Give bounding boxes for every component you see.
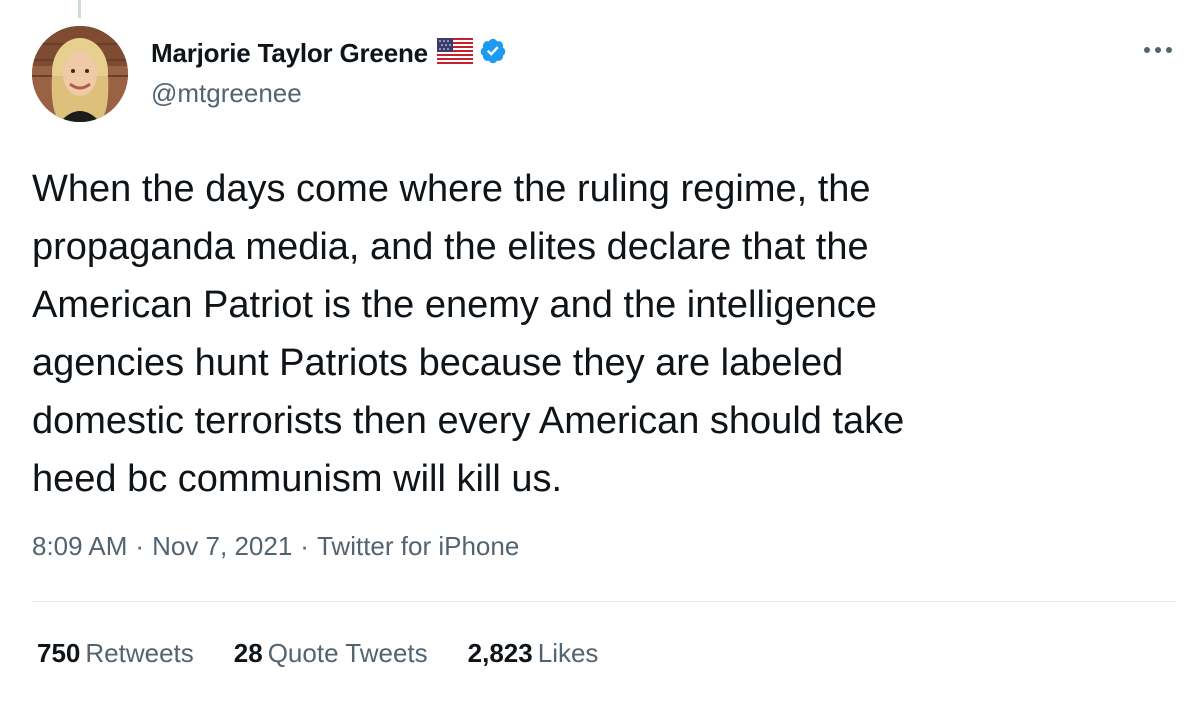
tweet-time[interactable]: 8:09 AM (32, 531, 127, 562)
meta-separator: · (135, 531, 145, 561)
more-horizontal-icon (1143, 41, 1173, 59)
flag-usa-icon (436, 37, 474, 69)
engagement-stats: 750 Retweets 28 Quote Tweets 2,823 Likes (37, 638, 638, 669)
quote-tweets-count: 28 (233, 638, 263, 668)
verified-badge-icon (479, 37, 507, 70)
author-display-name[interactable]: Marjorie Taylor Greene (151, 38, 428, 69)
retweets-label: Retweets (85, 638, 194, 668)
stats-divider (32, 601, 1176, 602)
tweet-date[interactable]: Nov 7, 2021 (152, 531, 292, 562)
likes-stat[interactable]: 2,823 Likes (468, 638, 599, 669)
likes-label: Likes (537, 638, 599, 668)
author-name-row[interactable]: Marjorie Taylor Greene (151, 36, 507, 70)
author-handle[interactable]: @mtgreenee (151, 78, 302, 109)
avatar-photo (32, 26, 128, 122)
tweet-metadata: 8:09 AM · Nov 7, 2021 · Twitter for iPho… (32, 531, 519, 562)
tweet-source[interactable]: Twitter for iPhone (317, 531, 519, 562)
more-options-button[interactable] (1138, 34, 1178, 66)
tweet-text: When the days come where the ruling regi… (32, 168, 905, 500)
retweets-count: 750 (37, 638, 81, 668)
likes-count: 2,823 (467, 638, 533, 668)
quote-tweets-label: Quote Tweets (267, 638, 428, 668)
meta-separator: · (300, 531, 309, 561)
retweets-stat[interactable]: 750 Retweets (37, 638, 194, 669)
quote-tweets-stat[interactable]: 28 Quote Tweets (234, 638, 428, 669)
avatar[interactable] (32, 26, 128, 122)
thread-connector-line (78, 0, 81, 18)
